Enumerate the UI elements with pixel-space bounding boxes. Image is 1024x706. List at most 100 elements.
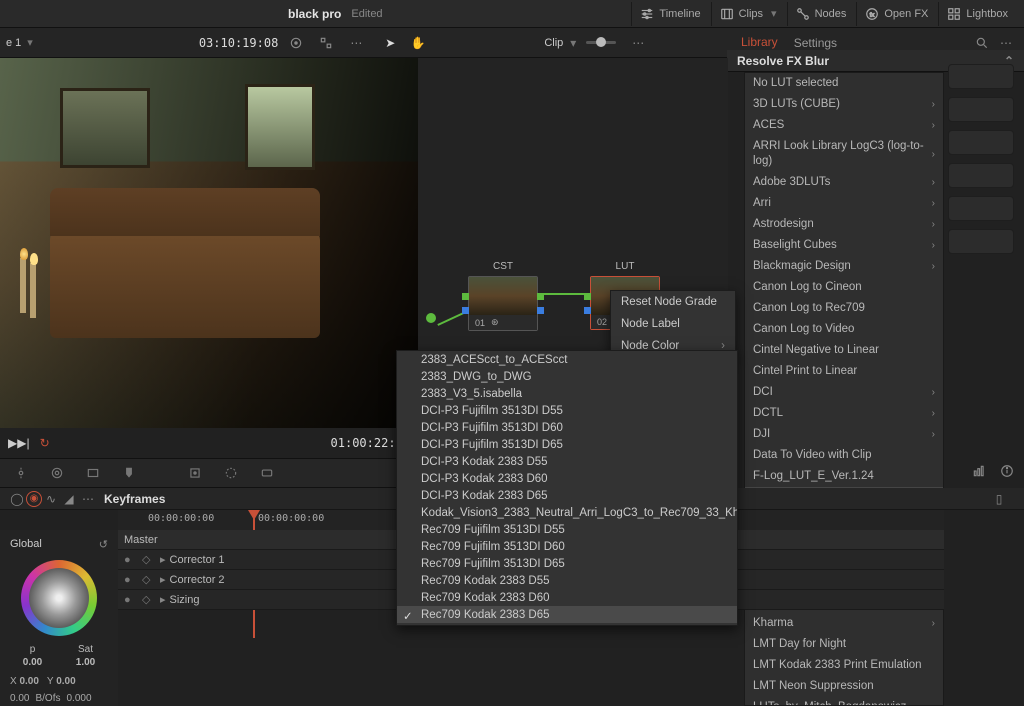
fx-badge-icon: ⊛ <box>491 317 499 328</box>
lut-option[interactable]: ✓Rec709 Kodak 2383 D65 <box>397 606 737 623</box>
lut-option[interactable]: DCI-P3 Fujifilm 3513DI D55 <box>397 402 737 419</box>
node-more-icon[interactable]: ⋯ <box>626 31 650 55</box>
lut-library-list[interactable]: No LUT selected3D LUTs (CUBE)›ACES›ARRI … <box>744 72 944 706</box>
ctx-reset-node[interactable]: Reset Node Grade <box>611 291 735 313</box>
wheel-bofs-value[interactable]: 0.000 <box>66 693 91 704</box>
node-context-menu: Reset Node Grade Node Label Node Color› <box>610 290 736 358</box>
lib-item[interactable]: F-Log_LUT_E_Ver.1.24 <box>745 466 943 487</box>
title-bar: black pro Edited Timeline Clips▾ Nodes f… <box>0 0 1024 28</box>
lib-item[interactable]: ARRI Look Library LogC3 (log-to-log)› <box>745 136 943 172</box>
lut-option[interactable]: fotokem2383_V1 <box>397 623 737 626</box>
pointer-icon[interactable]: ➤ <box>378 31 402 55</box>
lib-item[interactable]: Canon Log to Cineon <box>745 277 943 298</box>
lib-item[interactable]: LUTs_by_Mitch_Bogdanowicz› <box>745 697 943 706</box>
scopes-icon[interactable]: ◯ <box>8 492 26 506</box>
color-wheel[interactable] <box>21 560 97 636</box>
expand-icon[interactable] <box>314 31 338 55</box>
lut-option[interactable]: Rec709 Fujifilm 3513DI D65 <box>397 555 737 572</box>
lib-item[interactable]: Astrodesign› <box>745 214 943 235</box>
lib-item[interactable]: Canon Log to Rec709 <box>745 298 943 319</box>
lib-item[interactable]: Adobe 3DLUTs› <box>745 172 943 193</box>
color-page-tools <box>0 458 418 488</box>
ctx-node-label[interactable]: Node Label <box>611 313 735 335</box>
lib-item[interactable]: LMT Neon Suppression <box>745 676 943 697</box>
nav-timeline[interactable]: Timeline <box>631 2 708 26</box>
lut-option[interactable]: 2383_DWG_to_DWG <box>397 368 737 385</box>
lib-item[interactable]: DCTL› <box>745 403 943 424</box>
viewer-label: e 1 <box>6 37 21 49</box>
wheel-sat-value[interactable]: 1.00 <box>76 657 95 668</box>
lib-item[interactable]: Baselight Cubes› <box>745 235 943 256</box>
viewer[interactable] <box>0 58 418 428</box>
lib-item[interactable]: Data To Video with Clip <box>745 445 943 466</box>
lut-option[interactable]: DCI-P3 Kodak 2383 D65 <box>397 487 737 504</box>
lut-submenu: 2383_ACEScct_to_ACEScct2383_DWG_to_DWG23… <box>396 350 738 626</box>
graph-input[interactable] <box>426 313 436 323</box>
lib-item[interactable]: 3D LUTs (CUBE)› <box>745 94 943 115</box>
lib-item[interactable]: Blackmagic Design› <box>745 256 943 277</box>
loop-icon[interactable]: ↻ <box>40 436 50 450</box>
lib-item[interactable]: LMT Day for Night <box>745 634 943 655</box>
lib-item[interactable]: Canon Log to Video <box>745 319 943 340</box>
nav-clips[interactable]: Clips▾ <box>711 2 785 26</box>
tool-qualifier-icon[interactable] <box>116 462 142 484</box>
lut-option[interactable]: Rec709 Fujifilm 3513DI D60 <box>397 538 737 555</box>
more-icon[interactable]: ⋯ <box>344 31 368 55</box>
lut-option[interactable]: 2383_ACEScct_to_ACEScct <box>397 351 737 368</box>
wheels-icon[interactable]: ◉ <box>26 491 42 507</box>
info-icon[interactable] <box>996 460 1018 482</box>
lib-item[interactable]: LMT Kodak 2383 Print Emulation <box>745 655 943 676</box>
nav-nodes[interactable]: Nodes <box>787 2 855 26</box>
lib-item[interactable]: No LUT selected <box>745 73 943 94</box>
lut-option[interactable]: Rec709 Kodak 2383 D60 <box>397 589 737 606</box>
wheel-y-value[interactable]: 0.00 <box>56 676 75 687</box>
next-icon[interactable]: ▶▶| <box>8 436 30 450</box>
picker-icon[interactable] <box>284 31 308 55</box>
waveform-icon[interactable]: ∿ <box>42 492 60 506</box>
ramp-icon[interactable]: ◢ <box>60 492 78 506</box>
node-cst[interactable]: CST 01⊛ <box>468 276 538 331</box>
nav-openfx[interactable]: fxOpen FX <box>856 2 936 26</box>
keyframes-title: Keyframes <box>104 492 165 506</box>
lut-option[interactable]: DCI-P3 Fujifilm 3513DI D65 <box>397 436 737 453</box>
collapse-icon[interactable]: ▯ <box>988 488 1010 510</box>
tool-key-icon[interactable] <box>254 462 280 484</box>
lib-item[interactable]: Kharma› <box>745 613 943 634</box>
lut-option[interactable]: DCI-P3 Kodak 2383 D60 <box>397 470 737 487</box>
wheel-reset-icon[interactable]: ↺ <box>99 538 108 551</box>
lib-item[interactable]: DJI› <box>745 424 943 445</box>
lut-option[interactable]: Rec709 Kodak 2383 D55 <box>397 572 737 589</box>
lut-option[interactable]: 2383_V3_5.isabella <box>397 385 737 402</box>
lib-item[interactable]: DCI› <box>745 382 943 403</box>
project-status: Edited <box>351 8 382 20</box>
wheel-hp-value[interactable]: 0.00 <box>23 657 42 668</box>
wheel-r-value[interactable]: 0.00 <box>10 693 29 704</box>
tool-window-icon[interactable] <box>80 462 106 484</box>
scope-icon[interactable] <box>968 460 990 482</box>
right-tool-icons <box>948 460 1018 482</box>
clip-label: Clip <box>544 37 563 49</box>
tool-primaries-icon[interactable] <box>44 462 70 484</box>
lut-option[interactable]: Rec709 Fujifilm 3513DI D55 <box>397 521 737 538</box>
lut-option[interactable]: DCI-P3 Kodak 2383 D55 <box>397 453 737 470</box>
tool-curves-icon[interactable] <box>8 462 34 484</box>
zoom-slider[interactable] <box>586 41 616 44</box>
lib-item[interactable]: Arri› <box>745 193 943 214</box>
tool-blur-icon[interactable] <box>218 462 244 484</box>
lut-option[interactable]: DCI-P3 Fujifilm 3513DI D60 <box>397 419 737 436</box>
wheel-x-value[interactable]: 0.00 <box>19 676 38 687</box>
kf-more-icon[interactable]: ⋯ <box>82 492 94 506</box>
tool-tracker-icon[interactable] <box>182 462 208 484</box>
lib-item[interactable]: Cintel Negative to Linear <box>745 340 943 361</box>
color-wheel-panel: Global↺ p0.00 Sat1.00 X 0.00 Y 0.00 0.00… <box>0 530 118 706</box>
hand-icon[interactable]: ✋ <box>406 31 430 55</box>
effect-placeholders <box>948 64 1014 292</box>
source-timecode[interactable]: 03:10:19:08 <box>199 36 278 50</box>
svg-text:fx: fx <box>870 12 875 18</box>
lut-option[interactable]: Kodak_Vision3_2383_Neutral_Arri_LogC3_to… <box>397 504 737 521</box>
viewer-controls: ▶▶| ↻ 01:00:22:20 <box>0 428 418 458</box>
lib-item[interactable]: ACES› <box>745 115 943 136</box>
nav-lightbox[interactable]: Lightbox <box>938 2 1016 26</box>
lib-item[interactable]: Cintel Print to Linear <box>745 361 943 382</box>
project-title: black pro <box>288 7 341 21</box>
